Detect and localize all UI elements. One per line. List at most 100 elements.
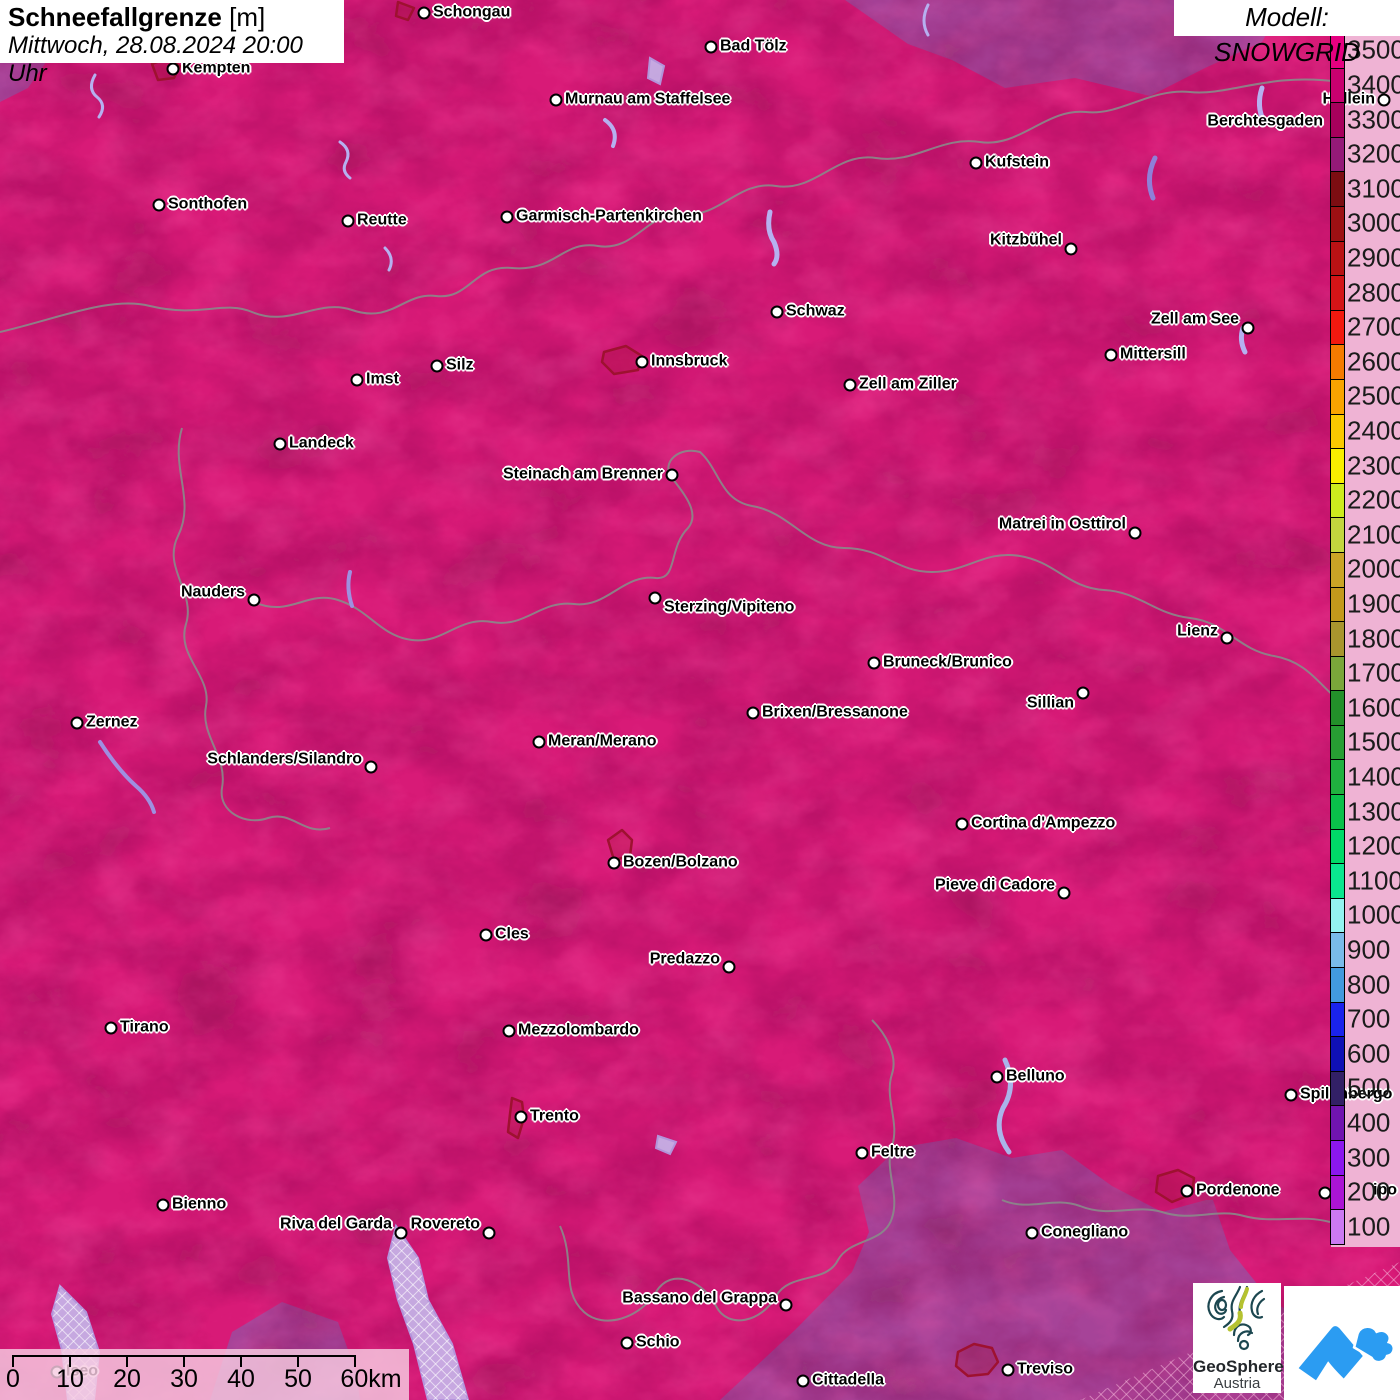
colorbar bbox=[1330, 33, 1345, 1245]
city-label: Tirano bbox=[120, 1018, 169, 1036]
city-label: Nauders bbox=[180, 583, 245, 601]
city-dot bbox=[1057, 886, 1071, 900]
colorbar-tick-label: 100 bbox=[1347, 1211, 1391, 1242]
colorbar-segment bbox=[1331, 1071, 1344, 1107]
colorbar-segment bbox=[1331, 276, 1344, 311]
city-dot bbox=[1025, 1226, 1039, 1240]
city-dot bbox=[1284, 1088, 1298, 1102]
city-label: Lienz bbox=[1177, 622, 1218, 640]
colorbar-tick-label: 1400 bbox=[1347, 761, 1400, 792]
geosphere-logo-box: GeoSphere Austria bbox=[1193, 1283, 1284, 1393]
colorbar-tick-label: 1100 bbox=[1347, 865, 1400, 896]
city-dot bbox=[70, 716, 84, 730]
city-dot bbox=[1220, 631, 1234, 645]
city-label: Kufstein bbox=[985, 153, 1049, 171]
colorbar-segment bbox=[1331, 829, 1344, 865]
city-dot bbox=[514, 1110, 528, 1124]
city-dot bbox=[273, 437, 287, 451]
colorbar-segment bbox=[1331, 414, 1344, 450]
city-dot bbox=[152, 198, 166, 212]
city-label: Bozen/Bolzano bbox=[623, 853, 738, 871]
colorbar-tick-label: 400 bbox=[1347, 1107, 1391, 1138]
colorbar-segment bbox=[1331, 103, 1344, 138]
colorbar-segment bbox=[1331, 725, 1344, 761]
city-dot bbox=[479, 928, 493, 942]
city-dot bbox=[855, 1146, 869, 1160]
colorbar-tick-label: 800 bbox=[1347, 969, 1391, 999]
map-datetime: Mittwoch, 28.08.2024 20:00 Uhr bbox=[8, 32, 303, 87]
snowfall-limit-map: Schongau Bad Tölz Kempten Murnau am Staffel… bbox=[0, 0, 1400, 1400]
city-label: Bienno bbox=[172, 1195, 227, 1213]
city-label: Bruneck/Brunico bbox=[883, 653, 1012, 671]
city-dot bbox=[746, 706, 760, 720]
city-dot bbox=[350, 373, 364, 387]
city-label: Zell am Ziller bbox=[859, 375, 957, 393]
city-label: Sillian bbox=[1026, 694, 1074, 712]
city-label: Brixen/Bressanone bbox=[762, 703, 908, 721]
colorbar-segment bbox=[1331, 241, 1344, 277]
colorbar-segment bbox=[1331, 898, 1344, 934]
city-dot bbox=[843, 378, 857, 392]
colorbar-tick-label: 1000 bbox=[1347, 899, 1400, 930]
city-dot bbox=[417, 6, 431, 20]
colorbar-segment bbox=[1331, 310, 1344, 346]
city-dot bbox=[635, 355, 649, 369]
city-label: Berchtesgaden bbox=[1207, 112, 1323, 130]
colorbar-tick-label: 500 bbox=[1347, 1072, 1391, 1103]
city-label: Schio bbox=[636, 1333, 680, 1351]
colorbar-segment bbox=[1331, 1175, 1344, 1211]
colorbar-segment bbox=[1331, 1002, 1344, 1038]
city-label: Landeck bbox=[289, 434, 354, 452]
colorbar-segment bbox=[1331, 656, 1344, 692]
colorbar-segment bbox=[1331, 137, 1344, 173]
city-dot bbox=[532, 735, 546, 749]
city-label: Cittadella bbox=[812, 1371, 885, 1389]
model-box: Modell: SNOWGRID bbox=[1174, 0, 1400, 67]
colorbar-segment bbox=[1331, 795, 1344, 830]
colorbar-segment bbox=[1331, 345, 1344, 380]
city-label: Matrei in Osttirol bbox=[998, 515, 1126, 533]
city-label: Bad Tölz bbox=[720, 37, 787, 55]
city-label: Zell am See bbox=[1150, 310, 1239, 328]
city-dot bbox=[990, 1070, 1004, 1084]
city-label: Belluno bbox=[1006, 1067, 1065, 1085]
city-dot bbox=[1001, 1363, 1015, 1377]
colorbar-segment bbox=[1331, 1037, 1344, 1072]
colorbar-tick-label: 2400 bbox=[1347, 415, 1400, 446]
colorbar-segment bbox=[1331, 691, 1344, 726]
city-label: Conegliano bbox=[1041, 1223, 1129, 1241]
colorbar-segment bbox=[1331, 449, 1344, 484]
colorbar-tick-label: 1500 bbox=[1347, 726, 1400, 757]
colorbar-tick-label: 3300 bbox=[1347, 104, 1400, 134]
colorbar-tick-label: 2000 bbox=[1347, 553, 1400, 584]
city-label: Sonthofen bbox=[168, 195, 248, 213]
city-dot bbox=[500, 210, 514, 224]
city-dot bbox=[607, 856, 621, 870]
city-label: Schongau bbox=[433, 3, 511, 21]
city-dot bbox=[1180, 1184, 1194, 1198]
colorbar-tick-label: 300 bbox=[1347, 1142, 1391, 1172]
city-label: Zernez bbox=[86, 713, 138, 731]
city-dot bbox=[620, 1336, 634, 1350]
city-label: Treviso bbox=[1017, 1360, 1074, 1378]
city-dot bbox=[704, 40, 718, 54]
city-dot bbox=[1128, 526, 1142, 540]
city-label: Steinach am Brenner bbox=[502, 465, 663, 483]
colorbar-segment bbox=[1331, 968, 1344, 1003]
city-label: Cles bbox=[495, 925, 529, 943]
city-label: Mittersill bbox=[1120, 345, 1186, 363]
city-label: Pieve di Cadore bbox=[934, 876, 1055, 894]
colorbar-segment bbox=[1331, 483, 1344, 519]
city-label: Bassano del Grappa bbox=[622, 1289, 777, 1307]
colorbar-tick-label: 2300 bbox=[1347, 450, 1400, 480]
city-label: Silz bbox=[446, 356, 474, 374]
city-dot bbox=[104, 1021, 118, 1035]
city-dot bbox=[867, 656, 881, 670]
city-dot bbox=[394, 1226, 408, 1240]
city-label: Garmisch-Partenkirchen bbox=[516, 207, 702, 225]
colorbar-tick-label: 2500 bbox=[1347, 380, 1400, 411]
colorbar-segment bbox=[1331, 1210, 1344, 1244]
city-label: Innsbruck bbox=[651, 352, 728, 370]
colorbar-tick-label: 200 bbox=[1347, 1176, 1391, 1207]
title-box: Schneefallgrenze [m] Mittwoch, 28.08.202… bbox=[0, 0, 344, 87]
